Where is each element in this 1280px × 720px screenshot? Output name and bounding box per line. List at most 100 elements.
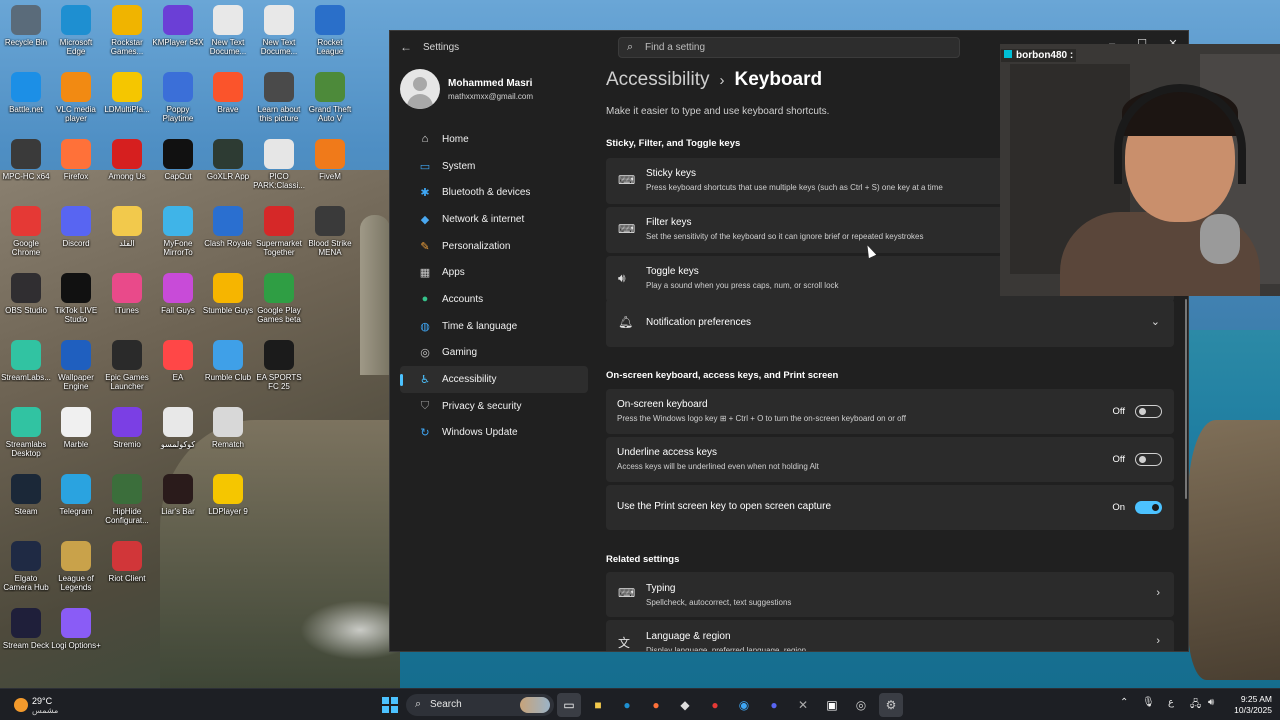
- desktop-icon[interactable]: Microsoft Edge: [50, 5, 102, 56]
- desktop-icon[interactable]: GoXLR App: [202, 139, 254, 181]
- desktop-icon[interactable]: iTunes: [101, 273, 153, 315]
- weather-widget[interactable]: 29°C مشمس: [12, 694, 92, 716]
- sidebar-item-privacy-security[interactable]: ⛉ Privacy & security: [400, 393, 588, 420]
- desktop-icon[interactable]: StreamLabs...: [0, 340, 52, 382]
- settings-taskbar-icon[interactable]: ⚙: [879, 693, 903, 717]
- obs-taskbar-icon[interactable]: ◆: [673, 693, 697, 717]
- desktop-icon[interactable]: Discord: [50, 206, 102, 248]
- file-explorer-icon[interactable]: ■: [586, 693, 610, 717]
- notification-preferences-card[interactable]: 🔔︎ Notification preferences ⌄: [606, 299, 1174, 347]
- desktop-icon[interactable]: Telegram: [50, 474, 102, 516]
- sidebar-item-apps[interactable]: ▦ Apps: [400, 259, 588, 286]
- edge-taskbar-icon[interactable]: ●: [615, 693, 639, 717]
- chevron-down-icon[interactable]: ⌄: [1151, 315, 1160, 328]
- desktop-icon[interactable]: Brave: [202, 72, 254, 114]
- desktop-icon[interactable]: New Text Docume...: [202, 5, 254, 56]
- desktop-icon[interactable]: Battle.net: [0, 72, 52, 114]
- desktop-icon[interactable]: MPC-HC x64: [0, 139, 52, 181]
- desktop-icon[interactable]: TikTok LIVE Studio: [50, 273, 102, 324]
- desktop-icon[interactable]: PICO PARK:Classi...: [253, 139, 305, 190]
- desktop-icon[interactable]: Firefox: [50, 139, 102, 181]
- related-setting-language-region[interactable]: 文 Language & region Display language, pref…: [606, 620, 1174, 651]
- desktop-icon[interactable]: EA: [152, 340, 204, 382]
- desktop-icon[interactable]: Wallpaper Engine: [50, 340, 102, 391]
- desktop-icon[interactable]: Stream Deck: [0, 608, 52, 650]
- desktop-icon[interactable]: LDMultiPla...: [101, 72, 153, 114]
- search-input[interactable]: [645, 39, 945, 56]
- search-box[interactable]: ⌕: [618, 37, 960, 58]
- desktop-icon[interactable]: Google Chrome: [0, 206, 52, 257]
- desktop-icon[interactable]: Riot Client: [101, 541, 153, 583]
- sidebar-item-bluetooth-devices[interactable]: ✱ Bluetooth & devices: [400, 179, 588, 206]
- toggle-switch[interactable]: [1135, 453, 1162, 466]
- desktop-icon[interactable]: KMPlayer 64X: [152, 5, 204, 47]
- desktop-icon[interactable]: Streamlabs Desktop: [0, 407, 52, 458]
- desktop-icon[interactable]: Fall Guys: [152, 273, 204, 315]
- desktop-icon[interactable]: Logi Options+: [50, 608, 102, 650]
- desktop-icon[interactable]: Rocket League: [304, 5, 356, 56]
- desktop-icon[interactable]: Rematch: [202, 407, 254, 449]
- desktop-icon[interactable]: Recycle Bin: [0, 5, 52, 47]
- chevron-right-icon[interactable]: ›: [1156, 635, 1160, 647]
- desktop-icon[interactable]: Blood Strike MENA: [304, 206, 356, 257]
- desktop-icon[interactable]: Grand Theft Auto V: [304, 72, 356, 123]
- chevron-right-icon[interactable]: ›: [1156, 587, 1160, 599]
- volume-icon[interactable]: 🔊︎: [1208, 697, 1214, 708]
- desktop-icon[interactable]: Clash Royale: [202, 206, 254, 248]
- desktop-icon[interactable]: Rumble Club: [202, 340, 254, 382]
- sidebar-item-windows-update[interactable]: ↻ Windows Update: [400, 420, 588, 447]
- capcut-taskbar-icon[interactable]: ▣: [820, 693, 844, 717]
- user-profile[interactable]: Mohammed Masri mathxxmxx@gmail.com: [400, 69, 590, 111]
- desktop-icon[interactable]: New Text Docume...: [253, 5, 305, 56]
- tray-expand-icon[interactable]: ⌃: [1120, 697, 1128, 708]
- toggle-switch[interactable]: [1135, 405, 1162, 418]
- desktop-icon[interactable]: كوكولمسو: [152, 407, 204, 449]
- sidebar-item-accessibility[interactable]: ♿ Accessibility: [400, 366, 588, 393]
- desktop-icon[interactable]: FiveM: [304, 139, 356, 181]
- desktop-icon[interactable]: Supermarket Together: [253, 206, 305, 257]
- discord-taskbar-icon[interactable]: ●: [762, 693, 786, 717]
- sidebar-item-system[interactable]: ▭ System: [400, 153, 588, 180]
- xbox-taskbar-icon[interactable]: ✕: [791, 693, 815, 717]
- desktop-icon[interactable]: Stremio: [101, 407, 153, 449]
- sidebar-item-personalization[interactable]: ✎ Personalization: [400, 233, 588, 260]
- task-view-icon[interactable]: ▭: [557, 693, 581, 717]
- desktop-icon[interactable]: Rockstar Games...: [101, 5, 153, 56]
- firefox-taskbar-icon[interactable]: ●: [644, 693, 668, 717]
- clock[interactable]: 9:25 AM 10/3/2025: [1228, 694, 1272, 716]
- microphone-icon[interactable]: 🎙︎: [1142, 697, 1155, 708]
- desktop-icon[interactable]: Liar's Bar: [152, 474, 204, 516]
- steam-taskbar-icon[interactable]: ◎: [849, 693, 873, 717]
- sidebar-item-home[interactable]: ⌂ Home: [400, 126, 588, 153]
- desktop-icon[interactable]: Among Us: [101, 139, 153, 181]
- desktop-icon[interactable]: HipHide Configurat...: [101, 474, 153, 525]
- chrome-taskbar-icon[interactable]: ●: [703, 693, 727, 717]
- network-icon[interactable]: 🖧︎: [1190, 697, 1201, 714]
- related-setting-typing[interactable]: ⌨ Typing Spellcheck, autocorrect, text sug…: [606, 572, 1174, 617]
- sidebar-item-network-internet[interactable]: ◆ Network & internet: [400, 206, 588, 233]
- app-taskbar-icon[interactable]: ◉: [732, 693, 756, 717]
- start-button[interactable]: [378, 693, 402, 717]
- desktop-icon[interactable]: Stumble Guys: [202, 273, 254, 315]
- sidebar-item-time-language[interactable]: ◍ Time & language: [400, 313, 588, 340]
- desktop-icon[interactable]: CapCut: [152, 139, 204, 181]
- scrollbar[interactable]: [1185, 299, 1187, 499]
- breadcrumb-parent[interactable]: Accessibility: [606, 69, 709, 90]
- sidebar-item-gaming[interactable]: ◎ Gaming: [400, 340, 588, 367]
- taskbar-search[interactable]: ⌕ Search: [406, 694, 554, 716]
- desktop-icon[interactable]: الفلد: [101, 206, 153, 248]
- desktop-icon[interactable]: LDPlayer 9: [202, 474, 254, 516]
- desktop-icon[interactable]: Poppy Playtime: [152, 72, 204, 123]
- desktop-icon[interactable]: Learn about this picture: [253, 72, 305, 123]
- desktop-icon[interactable]: MyFone MirrorTo: [152, 206, 204, 257]
- desktop-icon[interactable]: Steam: [0, 474, 52, 516]
- desktop-icon[interactable]: Elgato Camera Hub: [0, 541, 52, 592]
- back-button[interactable]: ←: [398, 39, 414, 55]
- language-indicator[interactable]: ع: [1168, 697, 1174, 708]
- desktop-icon[interactable]: EA SPORTS FC 25: [253, 340, 305, 391]
- sidebar-item-accounts[interactable]: ● Accounts: [400, 286, 588, 313]
- desktop-icon[interactable]: Marble: [50, 407, 102, 449]
- desktop-icon[interactable]: OBS Studio: [0, 273, 52, 315]
- desktop-icon[interactable]: Google Play Games beta: [253, 273, 305, 324]
- toggle-switch[interactable]: [1135, 501, 1162, 514]
